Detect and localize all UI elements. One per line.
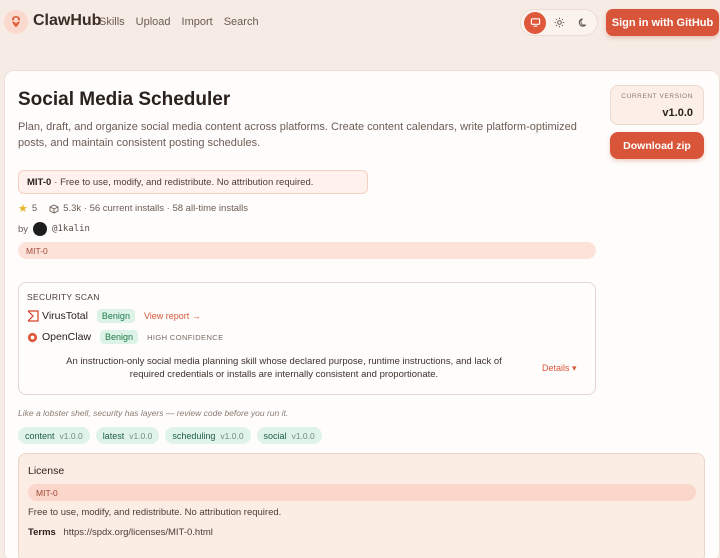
scan-summary: An instruction-only social media plannin…: [66, 356, 502, 380]
theme-light-button[interactable]: [548, 12, 570, 34]
author-handle[interactable]: @1kalin: [52, 224, 90, 234]
skill-description: Plan, draft, and organize social media c…: [18, 121, 577, 149]
tag-version: v1.0.0: [129, 430, 153, 441]
openclaw-row: OpenClaw Benign HIGH CONFIDENCE: [27, 330, 223, 344]
tag-name: content: [25, 430, 55, 441]
virustotal-status-badge: Benign: [96, 309, 135, 323]
theme-switcher: [520, 9, 598, 36]
current-version-label: CURRENT VERSION: [621, 93, 693, 100]
main-nav: Skills Upload Import Search: [99, 16, 259, 28]
page-title: Social Media Scheduler: [18, 89, 231, 110]
version-tags: content v1.0.0 latest v1.0.0 scheduling …: [18, 427, 322, 444]
moon-icon: [578, 18, 586, 27]
view-report-link[interactable]: View report →: [144, 311, 201, 321]
claw-icon: [12, 16, 20, 28]
top-bar: ClawHub Skills Upload Import Search Sign…: [0, 0, 720, 46]
tag-version: v1.0.0: [291, 430, 315, 441]
monitor-icon: [530, 18, 540, 27]
license-chip-text: · Free to use, modify, and redistribute.…: [54, 176, 314, 188]
license-summary-chip: MIT-0 · Free to use, modify, and redistr…: [18, 170, 368, 194]
nav-skills[interactable]: Skills: [99, 16, 125, 28]
theme-dark-button[interactable]: [572, 12, 594, 34]
download-zip-button[interactable]: Download zip: [610, 132, 704, 159]
tag-version: v1.0.0: [59, 430, 83, 441]
sun-icon: [554, 17, 564, 28]
openclaw-icon: [27, 332, 38, 342]
license-panel-title: License: [28, 465, 65, 477]
nav-upload[interactable]: Upload: [136, 16, 171, 28]
tag-name: social: [263, 430, 287, 441]
theme-system-button[interactable]: [524, 11, 546, 34]
author-avatar[interactable]: [33, 222, 48, 236]
license-panel-name: MIT-0: [28, 484, 696, 501]
clawhub-logo-icon[interactable]: [4, 10, 28, 34]
license-panel-text: Free to use, modify, and redistribute. N…: [28, 507, 282, 518]
tag-social[interactable]: social v1.0.0: [256, 427, 322, 444]
tag-content[interactable]: content v1.0.0: [18, 427, 90, 444]
security-scan-panel: SECURITY SCAN VirusTotal Benign View rep…: [18, 282, 596, 395]
virustotal-name: VirusTotal: [42, 310, 88, 322]
license-panel: License MIT-0 Free to use, modify, and r…: [18, 453, 705, 558]
license-chip-name: MIT-0: [27, 176, 52, 188]
sign-in-github-button[interactable]: Sign in with GitHub: [606, 9, 719, 36]
tag-latest[interactable]: latest v1.0.0: [95, 427, 160, 444]
current-version-value: v1.0.0: [662, 107, 693, 119]
by-label: by: [18, 223, 29, 235]
tag-version: v1.0.0: [220, 430, 244, 441]
star-count: 5: [31, 203, 38, 214]
details-toggle[interactable]: Details ▾: [542, 363, 577, 374]
package-icon: [49, 203, 59, 214]
brand-name[interactable]: ClawHub: [33, 12, 101, 30]
tag-scheduling[interactable]: scheduling v1.0.0: [165, 427, 251, 444]
skill-stats: ★ 5 5.3k · 56 current installs · 58 all-…: [18, 202, 248, 215]
nav-search[interactable]: Search: [224, 16, 259, 28]
openclaw-status-badge: Benign: [100, 330, 139, 344]
author-byline: by @1kalin: [18, 222, 90, 236]
license-tag: MIT-0: [18, 242, 596, 259]
security-tagline: Like a lobster shell, security has layer…: [18, 408, 289, 418]
current-version-box: CURRENT VERSION v1.0.0: [610, 85, 704, 125]
terms-label: Terms: [28, 527, 56, 538]
license-terms: Terms https://spdx.org/licenses/MIT-0.ht…: [28, 527, 213, 538]
star-icon[interactable]: ★: [18, 202, 28, 215]
tag-name: latest: [102, 430, 125, 441]
security-scan-title: SECURITY SCAN: [27, 292, 100, 302]
install-stats: 5.3k · 56 current installs · 58 all-time…: [63, 203, 248, 214]
confidence-label: HIGH CONFIDENCE: [147, 332, 224, 342]
terms-url-link[interactable]: https://spdx.org/licenses/MIT-0.html: [63, 527, 212, 538]
openclaw-name: OpenClaw: [42, 331, 92, 343]
virustotal-icon: [27, 310, 39, 322]
virustotal-row: VirusTotal Benign View report →: [27, 309, 201, 323]
tag-name: scheduling: [172, 430, 216, 441]
nav-import[interactable]: Import: [182, 16, 213, 28]
